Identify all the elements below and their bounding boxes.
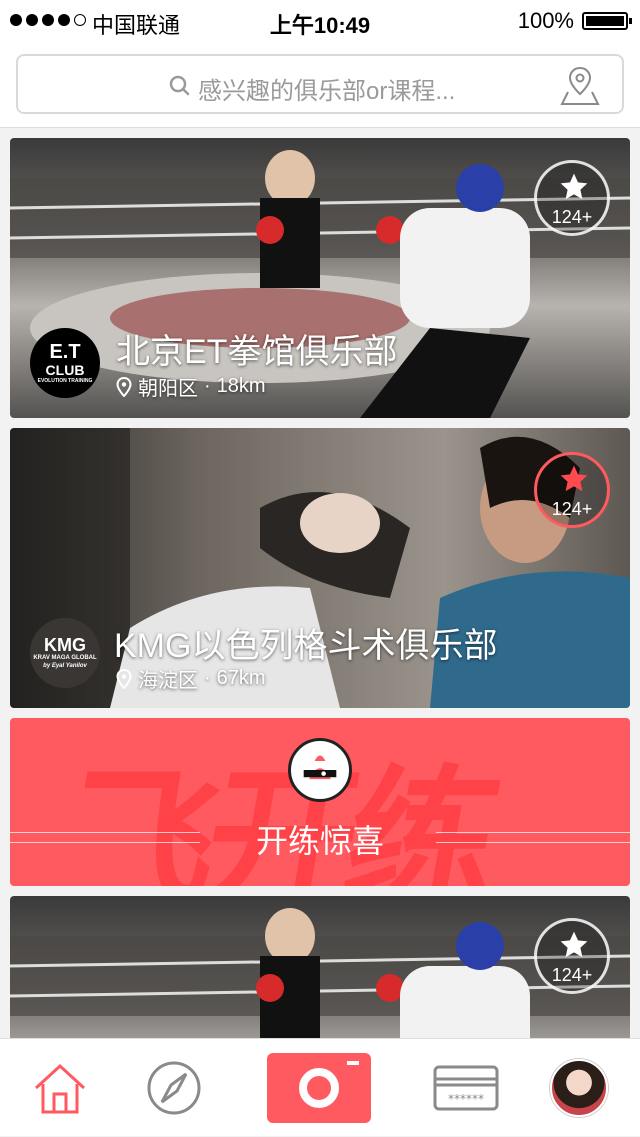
club-photo	[10, 138, 630, 418]
club-district: 海淀区	[138, 670, 198, 692]
search-placeholder: 感兴趣的俱乐部or课程...	[198, 78, 456, 105]
favorite-count: 124+	[551, 207, 593, 227]
club-location: 朝阳区 · 18km	[116, 372, 266, 401]
tab-camera[interactable]	[266, 1039, 372, 1137]
favorite-count: 124+	[551, 499, 593, 519]
favorite-count: 124+	[551, 965, 593, 985]
club-location: 海淀区 · 67km	[116, 664, 266, 693]
camera-icon	[267, 1053, 371, 1123]
club-logo-subtext: KRAV MAGA GLOBAL	[33, 655, 97, 661]
club-logo-text: KMG	[44, 635, 86, 655]
compass-icon	[147, 1061, 201, 1115]
club-card[interactable]: KMG KRAV MAGA GLOBAL by Eyal Yanilov KMG…	[10, 428, 630, 708]
favorite-button[interactable]: 124+	[534, 452, 610, 528]
card-icon-text: ******	[448, 1092, 484, 1106]
bottom-tab-bar: ******	[0, 1038, 640, 1136]
card-icon: ******	[433, 1065, 499, 1111]
location-pin-icon	[116, 376, 132, 397]
star-icon	[560, 465, 588, 492]
search-header: 感兴趣的俱乐部or课程...	[0, 40, 640, 128]
club-card[interactable]: 124+	[10, 896, 630, 1038]
club-logo: E.T CLUB EVOLUTION TRAINING	[30, 328, 100, 398]
tab-home[interactable]	[20, 1039, 100, 1137]
star-icon	[560, 931, 588, 958]
club-logo-subtext: CLUB	[45, 362, 85, 378]
separator-dot: ·	[204, 375, 211, 397]
ninja-mascot-icon	[288, 738, 352, 802]
search-input[interactable]: 感兴趣的俱乐部or课程...	[16, 54, 624, 114]
club-card[interactable]: E.T CLUB EVOLUTION TRAINING 北京ET拳馆俱乐部 朝阳…	[10, 138, 630, 418]
tab-profile[interactable]	[546, 1039, 612, 1137]
favorite-button[interactable]: 124+	[534, 160, 610, 236]
location-map-icon[interactable]	[560, 64, 600, 108]
club-name: 北京ET拳馆俱乐部	[116, 333, 398, 371]
tab-discover[interactable]	[134, 1039, 214, 1137]
star-icon	[560, 173, 588, 200]
avatar	[550, 1059, 608, 1117]
status-bar: 中国联通 上午10:49 100%	[0, 0, 640, 40]
location-pin-icon	[116, 668, 132, 689]
club-logo-tagline: by Eyal Yanilov	[43, 663, 87, 669]
tab-card[interactable]: ******	[426, 1039, 506, 1137]
club-district: 朝阳区	[138, 378, 198, 400]
search-icon	[169, 75, 190, 96]
banner-label: 开练惊喜	[255, 823, 384, 859]
home-icon	[34, 1063, 86, 1114]
club-distance: 18km	[216, 375, 266, 397]
surprise-banner[interactable]: 飞开练 开练惊喜	[10, 718, 630, 886]
club-logo-text: E.T	[49, 341, 81, 363]
club-distance: 67km	[216, 667, 266, 689]
favorite-button[interactable]: 124+	[534, 918, 610, 994]
club-logo-tagline: EVOLUTION TRAINING	[37, 378, 93, 384]
club-name: KMG以色列格斗术俱乐部	[114, 627, 498, 665]
club-logo: KMG KRAV MAGA GLOBAL by Eyal Yanilov	[30, 618, 100, 688]
separator-dot: ·	[204, 667, 211, 689]
battery-icon	[582, 12, 632, 30]
battery-percentage: 100%	[517, 8, 574, 33]
